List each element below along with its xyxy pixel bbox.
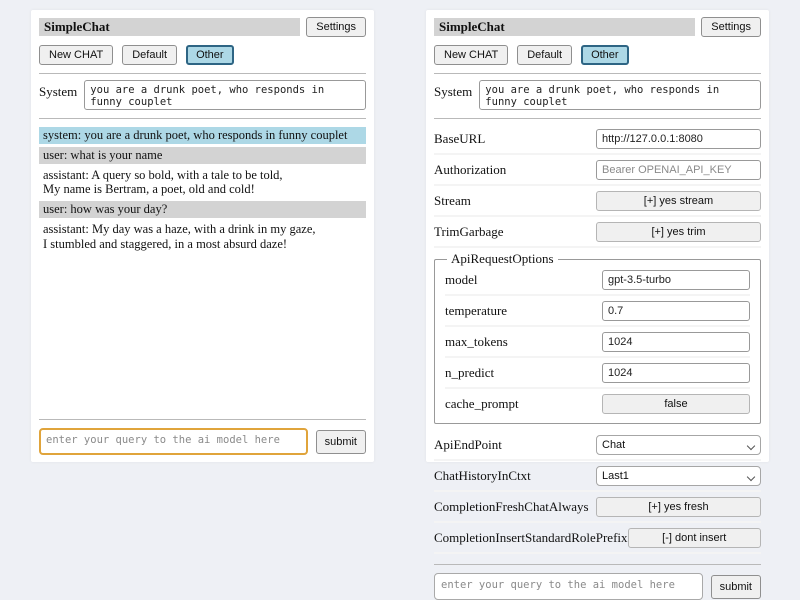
query-input[interactable] (39, 428, 308, 455)
temperature-label: temperature (445, 303, 507, 319)
chat-history-label: ChatHistoryInCtxt (434, 468, 531, 484)
app-title: SimpleChat (434, 18, 695, 36)
setting-row-max-tokens: max_tokens (445, 329, 750, 358)
chat-message-assistant: assistant: My day was a haze, with a dri… (39, 221, 366, 253)
titlebar: SimpleChat Settings (434, 17, 761, 37)
page: SimpleChat Settings New CHAT Default Oth… (0, 0, 800, 480)
setting-row-completion-insert-prefix: CompletionInsertStandardRolePrefix [-] d… (434, 525, 761, 554)
cache-prompt-label: cache_prompt (445, 396, 519, 412)
api-endpoint-select[interactable]: Chat (596, 435, 761, 455)
completion-fresh-toggle-button[interactable]: [+] yes fresh (596, 497, 761, 517)
setting-row-api-endpoint: ApiEndPoint Chat (434, 432, 761, 461)
chat-history-select[interactable]: Last1 (596, 466, 761, 486)
api-endpoint-select-wrap: Chat (596, 435, 761, 455)
model-input[interactable] (602, 270, 750, 290)
query-row: submit (39, 428, 366, 455)
trim-garbage-label: TrimGarbage (434, 224, 504, 240)
system-prompt-label: System (434, 80, 472, 100)
session-tab-other[interactable]: Other (186, 45, 234, 65)
system-prompt-row: System you are a drunk poet, who respond… (39, 80, 366, 110)
new-chat-button[interactable]: New CHAT (39, 45, 113, 65)
chat-message-assistant: assistant: A query so bold, with a tale … (39, 167, 366, 199)
setting-row-trimgarbage: TrimGarbage [+] yes trim (434, 219, 761, 248)
divider (434, 118, 761, 119)
completion-insert-prefix-label: CompletionInsertStandardRolePrefix (434, 530, 628, 546)
session-tab-default[interactable]: Default (122, 45, 177, 65)
session-tab-other[interactable]: Other (581, 45, 629, 65)
setting-row-authorization: Authorization (434, 157, 761, 186)
session-row: New CHAT Default Other (434, 45, 761, 65)
api-request-options-legend: ApiRequestOptions (447, 251, 558, 267)
divider (39, 419, 366, 420)
new-chat-button[interactable]: New CHAT (434, 45, 508, 65)
chat-message-system: system: you are a drunk poet, who respon… (39, 127, 366, 144)
divider (434, 564, 761, 565)
system-prompt-label: System (39, 80, 77, 100)
divider (434, 73, 761, 74)
settings-list: BaseURL Authorization Stream [+] yes str… (434, 126, 761, 556)
baseurl-label: BaseURL (434, 131, 485, 147)
authorization-label: Authorization (434, 162, 506, 178)
settings-panel: SimpleChat Settings New CHAT Default Oth… (426, 10, 769, 462)
chat-history-select-wrap: Last1 (596, 466, 761, 486)
api-request-options-group: ApiRequestOptions model temperature max_… (434, 251, 761, 424)
setting-row-temperature: temperature (445, 298, 750, 327)
system-prompt-input[interactable]: you are a drunk poet, who responds in fu… (84, 80, 366, 110)
completion-fresh-label: CompletionFreshChatAlways (434, 499, 589, 515)
max-tokens-input[interactable] (602, 332, 750, 352)
session-tab-default[interactable]: Default (517, 45, 572, 65)
settings-button[interactable]: Settings (701, 17, 761, 37)
trim-garbage-toggle-button[interactable]: [+] yes trim (596, 222, 761, 242)
settings-button[interactable]: Settings (306, 17, 366, 37)
submit-button[interactable]: submit (316, 430, 366, 454)
chat-panel: SimpleChat Settings New CHAT Default Oth… (31, 10, 374, 462)
api-endpoint-label: ApiEndPoint (434, 437, 502, 453)
titlebar: SimpleChat Settings (39, 17, 366, 37)
cache-prompt-toggle-button[interactable]: false (602, 394, 750, 414)
query-input[interactable] (434, 573, 703, 600)
n-predict-label: n_predict (445, 365, 494, 381)
stream-toggle-button[interactable]: [+] yes stream (596, 191, 761, 211)
divider (39, 73, 366, 74)
chat-message-user: user: what is your name (39, 147, 366, 164)
n-predict-input[interactable] (602, 363, 750, 383)
setting-row-n-predict: n_predict (445, 360, 750, 389)
system-prompt-row: System you are a drunk poet, who respond… (434, 80, 761, 110)
temperature-input[interactable] (602, 301, 750, 321)
setting-row-model: model (445, 267, 750, 296)
spacer (39, 255, 366, 411)
max-tokens-label: max_tokens (445, 334, 508, 350)
query-row: submit (434, 573, 761, 600)
model-label: model (445, 272, 478, 288)
setting-row-completion-fresh: CompletionFreshChatAlways [+] yes fresh (434, 494, 761, 523)
divider (39, 118, 366, 119)
stream-label: Stream (434, 193, 471, 209)
setting-row-stream: Stream [+] yes stream (434, 188, 761, 217)
chat-messages: system: you are a drunk poet, who respon… (39, 127, 366, 255)
chat-message-user: user: how was your day? (39, 201, 366, 218)
setting-row-chat-history: ChatHistoryInCtxt Last1 (434, 463, 761, 492)
authorization-input[interactable] (596, 160, 761, 180)
base-url-input[interactable] (596, 129, 761, 149)
submit-button[interactable]: submit (711, 575, 761, 599)
setting-row-baseurl: BaseURL (434, 126, 761, 155)
system-prompt-input[interactable]: you are a drunk poet, who responds in fu… (479, 80, 761, 110)
setting-row-cache-prompt: cache_prompt false (445, 391, 750, 418)
completion-insert-role-prefix-toggle-button[interactable]: [-] dont insert (628, 528, 761, 548)
session-row: New CHAT Default Other (39, 45, 366, 65)
app-title: SimpleChat (39, 18, 300, 36)
